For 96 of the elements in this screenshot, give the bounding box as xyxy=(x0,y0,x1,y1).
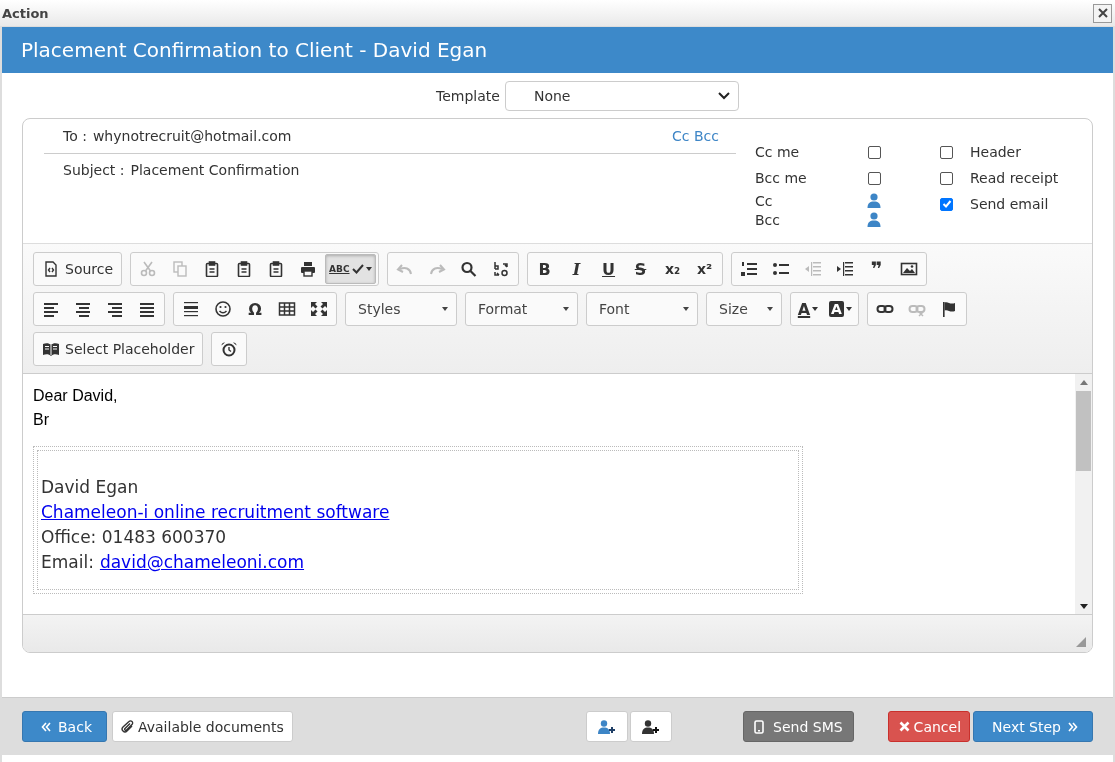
option-label: Bcc me xyxy=(755,170,807,186)
check-icon xyxy=(351,264,364,274)
email-link[interactable]: david@chameleoni.com xyxy=(99,550,305,575)
toolbar-dropdown[interactable]: Size xyxy=(706,292,782,326)
picture-icon xyxy=(899,261,918,277)
bullet-list-icon xyxy=(771,261,790,277)
greeting-text: Dear David, xyxy=(33,386,119,406)
add-contact-button[interactable] xyxy=(629,711,672,742)
option-label: Cc me xyxy=(755,144,800,160)
swap-arrows-icon xyxy=(491,261,510,277)
email-label: Email: xyxy=(41,551,94,574)
alarm-clock-icon xyxy=(220,341,239,357)
book-icon xyxy=(42,341,60,357)
maximize-icon xyxy=(310,301,328,317)
mobile-phone-icon xyxy=(754,719,765,734)
caret-icon xyxy=(845,307,852,311)
caret-icon xyxy=(563,307,569,311)
subscript-button[interactable]: x₂ xyxy=(657,254,688,284)
signature-name: David Egan xyxy=(41,476,140,499)
blockquote-button[interactable]: ❞ xyxy=(861,254,892,284)
cc-bcc-link[interactable]: Cc Bcc xyxy=(672,128,719,144)
office-phone-text: Office: 01483 600370 xyxy=(41,526,228,549)
select-placeholder-button[interactable]: Select Placeholder xyxy=(36,334,201,364)
template-label: Template xyxy=(436,88,500,104)
scroll-down-icon[interactable] xyxy=(1079,604,1088,609)
printer-icon xyxy=(299,261,318,277)
subject-label: Subject : xyxy=(63,162,125,178)
close-button[interactable] xyxy=(1093,3,1112,23)
option-label: Bcc xyxy=(755,211,780,228)
bold-button[interactable]: B xyxy=(529,254,560,284)
page-title: Placement Confirmation to Client - David Egan xyxy=(21,38,488,62)
company-link[interactable]: Chameleon-i online recruitment software xyxy=(41,502,390,522)
caret-icon xyxy=(683,307,689,311)
source-button[interactable]: Source xyxy=(36,254,120,284)
table-icon xyxy=(278,301,296,317)
justify-icon xyxy=(138,301,156,317)
person-icon[interactable] xyxy=(867,212,881,227)
close-icon xyxy=(1096,7,1109,19)
search-icon xyxy=(459,261,478,277)
close-icon xyxy=(898,721,910,732)
scrollbar[interactable] xyxy=(1075,374,1092,614)
toolbar-dropdown[interactable]: Format xyxy=(465,292,578,326)
send-sms-button[interactable]: Send SMS xyxy=(743,711,854,742)
next-step-button[interactable]: Next Step xyxy=(973,711,1093,742)
background-color-button[interactable]: A xyxy=(825,294,856,324)
scissors-icon xyxy=(139,261,158,277)
double-chevron-right-icon xyxy=(1068,721,1078,732)
text-color-button[interactable]: A xyxy=(793,294,823,324)
checkbox[interactable] xyxy=(868,171,881,185)
checkbox[interactable] xyxy=(940,171,953,185)
indent-icon xyxy=(835,261,854,277)
align-center-icon xyxy=(74,301,92,317)
scroll-up-icon[interactable] xyxy=(1079,380,1088,385)
resize-handle-icon[interactable] xyxy=(1076,637,1086,647)
page-code-icon xyxy=(42,261,60,277)
person-icon[interactable] xyxy=(867,193,881,208)
numbered-list-icon xyxy=(739,261,758,277)
to-label: To : xyxy=(63,128,87,144)
caret-icon xyxy=(365,267,372,271)
checkbox[interactable] xyxy=(940,145,953,159)
checkbox[interactable] xyxy=(868,145,881,159)
option-label: Header xyxy=(970,144,1021,160)
italic-button[interactable]: I xyxy=(561,254,592,284)
checkbox[interactable] xyxy=(940,197,953,211)
toolbar-dropdown[interactable]: Styles xyxy=(345,292,457,326)
chevron-down-icon xyxy=(717,92,730,100)
align-left-icon xyxy=(42,301,60,317)
template-select[interactable]: None xyxy=(504,81,739,111)
horizontal-lines-icon xyxy=(182,301,200,317)
option-label: Read receipt xyxy=(970,170,1059,186)
caret-icon xyxy=(767,307,773,311)
special-character-button[interactable]: Ω xyxy=(240,294,270,324)
caret-icon xyxy=(812,307,819,311)
strikethrough-button[interactable]: S xyxy=(625,254,656,284)
back-button[interactable]: Back xyxy=(22,711,107,742)
smiley-icon xyxy=(214,301,232,317)
dialog-title: Action xyxy=(2,5,49,21)
available-documents-button[interactable]: Available documents xyxy=(112,711,293,742)
paperclip-icon xyxy=(121,719,135,734)
option-label: Send email xyxy=(970,196,1049,212)
person-plus-icon xyxy=(641,719,660,734)
underline-button[interactable]: U xyxy=(593,254,624,284)
option-label: Cc xyxy=(755,192,773,209)
toolbar-dropdown[interactable]: Font xyxy=(586,292,698,326)
spellcheck-button[interactable]: ABC xyxy=(325,254,376,284)
body-text: Br xyxy=(33,410,50,430)
outdent-icon xyxy=(803,261,822,277)
to-field[interactable]: whynotrecruit@hotmail.com xyxy=(92,128,292,144)
align-right-icon xyxy=(106,301,124,317)
double-chevron-left-icon xyxy=(41,721,51,732)
cancel-button[interactable]: Cancel xyxy=(887,711,971,742)
caret-icon xyxy=(442,307,448,311)
superscript-button[interactable]: x² xyxy=(689,254,720,284)
subject-field[interactable]: Placement Confirmation xyxy=(130,162,300,178)
person-plus-icon xyxy=(597,719,616,734)
copy-icon xyxy=(171,261,190,277)
